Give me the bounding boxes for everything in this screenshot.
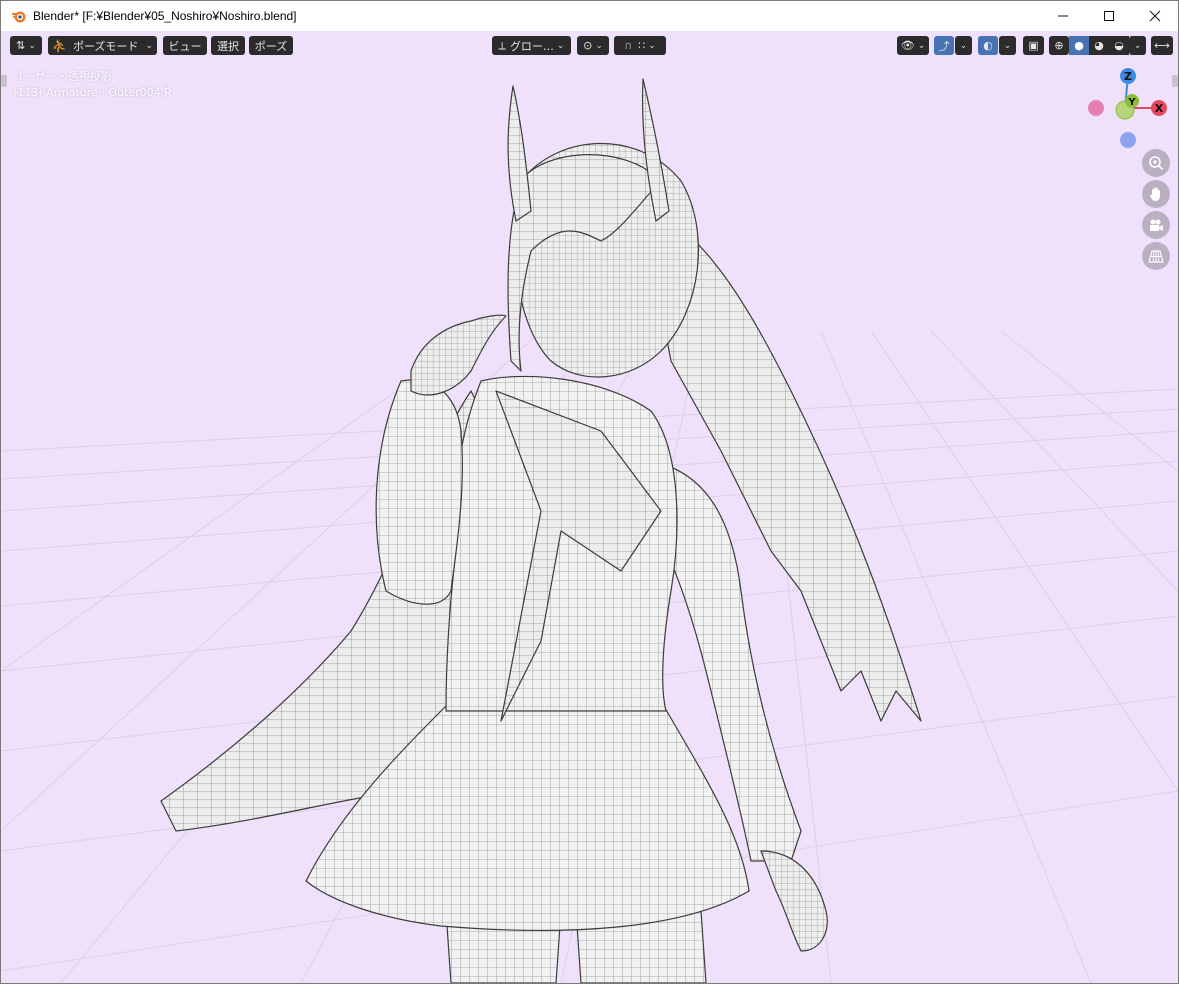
menu-pose-label: ポーズ <box>254 39 288 53</box>
rendered-icon: ◒ <box>1114 39 1124 52</box>
visibility-select[interactable]: 👁 ⌄ <box>897 36 929 55</box>
zoom-button[interactable] <box>1142 149 1170 177</box>
snap-target-icon: ∷ <box>638 39 646 52</box>
grid-icon <box>1148 250 1164 263</box>
chevron-down-icon: ⌄ <box>1003 40 1012 51</box>
character-model[interactable] <box>1 31 1178 983</box>
maximize-button[interactable] <box>1086 1 1132 31</box>
minimize-icon <box>1058 15 1068 17</box>
shading-solid[interactable]: ● <box>1069 36 1089 55</box>
toolbar-edge-tab[interactable] <box>1 75 7 87</box>
overlay-dropdown[interactable]: ⌄ <box>999 36 1016 55</box>
camera-view-button[interactable] <box>1142 211 1170 239</box>
camera-icon <box>1150 219 1163 231</box>
neg-z-axis-handle[interactable] <box>1120 132 1136 148</box>
material-icon: ◕ <box>1094 39 1104 52</box>
snap-toggle[interactable]: ∩ ∷ ⌄ <box>614 36 666 55</box>
minimize-button[interactable] <box>1040 1 1086 31</box>
xray-toggle[interactable]: ▣ <box>1023 36 1044 55</box>
x-axis-label: X <box>1155 102 1164 115</box>
z-axis-label: Z <box>1124 70 1132 83</box>
menu-pose[interactable]: ポーズ <box>249 36 293 55</box>
pivot-icon: ⊙ <box>583 39 593 52</box>
shading-wireframe[interactable]: ⊕ <box>1049 36 1069 55</box>
transform-orientation-select[interactable]: ⟂ グロー… ⌄ <box>492 36 571 55</box>
gizmo-icon: ⤴ <box>938 39 950 53</box>
overlay-toggle[interactable]: ◐ <box>978 36 998 55</box>
left-arm <box>375 379 463 605</box>
view-name: ユーザー・透視投影 <box>13 70 112 83</box>
orientation-label: グロー… <box>509 39 554 53</box>
close-button[interactable] <box>1132 1 1178 31</box>
editor-type-icon: ⇅ <box>16 39 26 52</box>
orientation-icon: ⟂ <box>498 38 506 52</box>
pose-mode-icon: ⛹ <box>52 38 67 53</box>
menu-view-label: ビュー <box>168 39 202 53</box>
menu-select-label: 選択 <box>217 39 239 53</box>
gizmo-dropdown[interactable]: ⌄ <box>955 36 972 55</box>
mode-selector[interactable]: ⛹ ポーズモード ⌄ <box>48 36 157 55</box>
xray-icon: ▣ <box>1028 39 1039 52</box>
3d-viewport[interactable]: ⇅ ⌄ ⛹ ポーズモード ⌄ ビュー 選択 ポーズ ⟂ グロー… ⌄ ⊙ ⌄ ∩ ∷… <box>1 31 1178 983</box>
blender-window: Blender* [F:¥Blender¥05_Noshiro¥Noshiro.… <box>0 0 1179 984</box>
menu-select[interactable]: 選択 <box>211 36 245 55</box>
menu-view[interactable]: ビュー <box>163 36 207 55</box>
chevron-down-icon: ⌄ <box>648 40 656 51</box>
chevron-down-icon: ⌄ <box>595 40 603 51</box>
active-object-info: (113) Armature : Outer004.R <box>13 86 172 99</box>
editor-type-button[interactable]: ⇅ ⌄ <box>10 36 42 55</box>
ortho-toggle-button[interactable] <box>1142 242 1170 270</box>
horn-left <box>507 85 532 222</box>
y-axis-label: Y <box>1127 97 1136 108</box>
blender-logo-icon <box>12 11 26 23</box>
shading-dropdown[interactable]: ⌄ <box>1129 36 1146 55</box>
close-icon <box>1149 10 1161 22</box>
window-title: Blender* [F:¥Blender¥05_Noshiro¥Noshiro.… <box>33 9 297 23</box>
title-bar: Blender* [F:¥Blender¥05_Noshiro¥Noshiro.… <box>1 1 1178 31</box>
overlay-icon: ◐ <box>983 39 993 52</box>
pivot-point-select[interactable]: ⊙ ⌄ <box>577 36 609 55</box>
chevron-down-icon: ⌄ <box>28 40 36 51</box>
pan-button[interactable] <box>1142 180 1170 208</box>
shading-material[interactable]: ◕ <box>1089 36 1109 55</box>
chevron-down-icon: ⌄ <box>556 40 565 51</box>
chevron-down-icon: ⌄ <box>1133 40 1142 51</box>
zoom-icon <box>1149 156 1164 171</box>
chevron-down-icon: ⌄ <box>959 40 968 51</box>
sidebar-toggle[interactable]: ⟷ <box>1151 36 1173 55</box>
right-hand <box>760 850 828 952</box>
shading-rendered[interactable]: ◒ <box>1109 36 1129 55</box>
wireframe-icon: ⊕ <box>1054 39 1064 52</box>
maximize-icon <box>1104 11 1114 21</box>
snap-icon: ∩ <box>624 39 633 52</box>
chevron-down-icon: ⌄ <box>145 40 153 51</box>
eye-icon: 👁 <box>900 39 915 52</box>
mode-label: ポーズモード <box>72 39 139 53</box>
gizmo-toggle[interactable]: ⤴ <box>934 36 954 55</box>
viewport-header: ⇅ ⌄ ⛹ ポーズモード ⌄ ビュー 選択 ポーズ ⟂ グロー… ⌄ ⊙ ⌄ ∩ ∷… <box>1 31 1178 61</box>
navigation-gizmo[interactable]: Z X Y <box>1083 66 1173 151</box>
chevron-down-icon: ⌄ <box>917 40 926 51</box>
expand-arrows-icon: ⟷ <box>1154 39 1170 52</box>
hand-icon <box>1149 187 1160 201</box>
window-controls <box>1040 1 1178 31</box>
solid-icon: ● <box>1074 39 1084 52</box>
neg-x-axis-handle[interactable] <box>1088 100 1104 116</box>
